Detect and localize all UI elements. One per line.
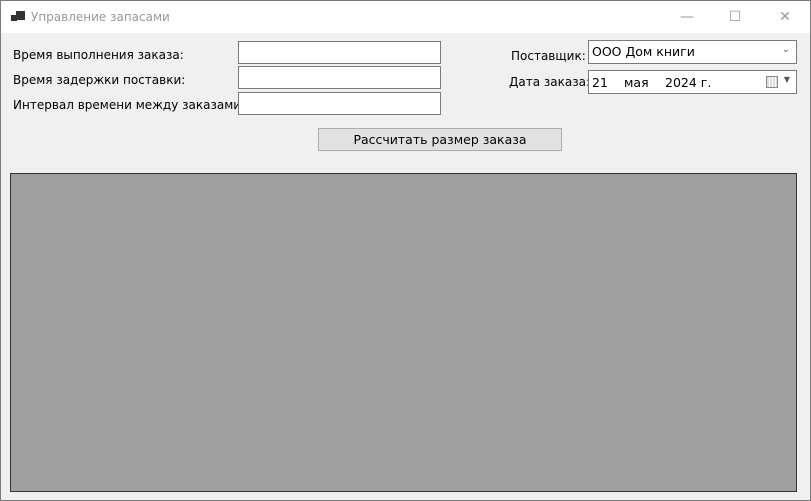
order-date-picker[interactable]: 21 мая 2024 г. ▼ xyxy=(588,70,797,94)
date-day[interactable]: 21 xyxy=(592,75,608,90)
calendar-icon[interactable] xyxy=(766,76,778,88)
lead-time-label: Время выполнения заказа: xyxy=(13,48,184,62)
supplier-value: ООО Дом книги xyxy=(592,44,695,59)
interval-input[interactable] xyxy=(238,92,441,115)
delay-label: Время задержки поставки: xyxy=(13,73,186,87)
dropdown-arrow-icon[interactable]: ▼ xyxy=(784,75,790,84)
delay-input[interactable] xyxy=(238,66,441,89)
results-panel xyxy=(10,173,797,492)
date-year[interactable]: 2024 г. xyxy=(665,75,711,90)
app-icon xyxy=(11,11,25,23)
chevron-down-icon[interactable]: ⌄ xyxy=(782,44,790,55)
supplier-label: Поставщик: xyxy=(511,49,586,63)
minimize-button[interactable]: — xyxy=(664,1,710,33)
lead-time-input[interactable] xyxy=(238,41,441,64)
date-label: Дата заказа: xyxy=(509,75,590,89)
maximize-button[interactable]: ☐ xyxy=(712,1,758,33)
date-month[interactable]: мая xyxy=(624,75,649,90)
window-title: Управление запасами xyxy=(31,10,170,24)
supplier-combobox[interactable]: ООО Дом книги ⌄ xyxy=(588,40,797,64)
close-button[interactable]: ✕ xyxy=(762,1,808,33)
calculate-order-button[interactable]: Рассчитать размер заказа xyxy=(318,128,562,151)
title-bar: Управление запасами — ☐ ✕ xyxy=(1,1,810,33)
interval-label: Интервал времени между заказами: xyxy=(13,98,246,112)
